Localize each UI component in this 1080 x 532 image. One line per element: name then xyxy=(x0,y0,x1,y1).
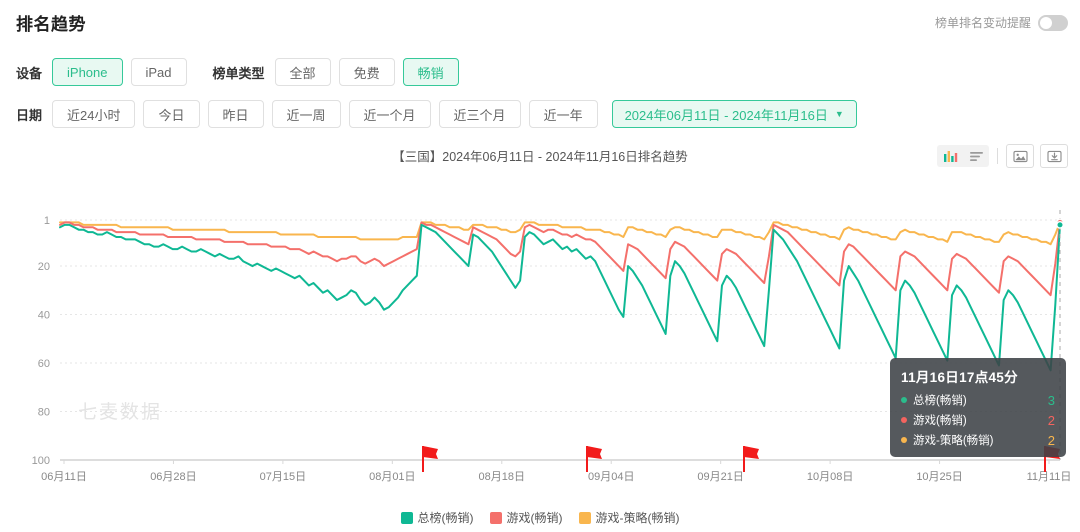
svg-text:10月25日: 10月25日 xyxy=(916,471,962,483)
toggle-knob xyxy=(1040,16,1052,29)
tooltip-series-value: 3 xyxy=(1047,392,1055,408)
legend-swatch xyxy=(578,511,591,524)
tooltip-row: 游戏(畅销) 2 xyxy=(901,412,1055,428)
svg-text:06月28日: 06月28日 xyxy=(150,471,196,483)
legend-swatch xyxy=(400,511,413,524)
tooltip-row: 游戏-策略(畅销) 2 xyxy=(901,432,1055,448)
tooltip-series-name: 游戏-策略(畅销) xyxy=(913,435,994,447)
listtype-filter-label: 榜单类型 xyxy=(212,65,265,81)
version-flag-marker xyxy=(422,446,438,472)
svg-text:七麦数据: 七麦数据 xyxy=(78,401,162,423)
toolbar-divider xyxy=(997,148,998,164)
chart-toolbar xyxy=(937,144,1068,168)
series-dot-game xyxy=(901,417,907,423)
svg-text:07月15日: 07月15日 xyxy=(260,471,306,483)
download-icon[interactable] xyxy=(1040,144,1068,168)
date-range-label: 2024年06月11日 - 2024年11月16日 xyxy=(624,107,828,123)
legend-item-game[interactable]: 游戏(畅销) xyxy=(489,509,563,526)
date-chip-24h[interactable]: 近24小时 xyxy=(52,100,136,128)
date-chip-yesterday[interactable]: 昨日 xyxy=(207,100,264,128)
legend-item-strategy[interactable]: 游戏-策略(畅销) xyxy=(578,509,680,526)
legend-item-total[interactable]: 总榜(畅销) xyxy=(400,509,474,526)
svg-text:80: 80 xyxy=(38,407,50,419)
svg-text:40: 40 xyxy=(38,310,50,322)
ranking-trend-page: 排名趋势 榜单排名变动提醒 设备 iPhone iPad 榜单类型 全部 免费 … xyxy=(0,0,1080,532)
listtype-chip-all[interactable]: 全部 xyxy=(274,58,331,86)
svg-text:20: 20 xyxy=(38,261,50,273)
legend-swatch xyxy=(489,511,502,524)
series-dot-total xyxy=(901,397,907,403)
svg-text:60: 60 xyxy=(38,358,50,370)
tooltip-row: 总榜(畅销) 3 xyxy=(901,392,1055,408)
svg-text:09月21日: 09月21日 xyxy=(697,471,743,483)
filter-row-device: 设备 iPhone iPad 榜单类型 全部 免费 畅销 xyxy=(16,58,467,86)
device-chip-iphone[interactable]: iPhone xyxy=(52,58,123,86)
bar-chart-icon[interactable] xyxy=(937,145,963,167)
svg-text:100: 100 xyxy=(32,455,50,467)
legend-label: 游戏-策略(畅销) xyxy=(595,511,680,525)
chart-view-toggle-group xyxy=(937,145,989,167)
rank-alert-label: 榜单排名变动提醒 xyxy=(934,16,1031,30)
svg-text:08月01日: 08月01日 xyxy=(369,471,415,483)
svg-text:06月11日: 06月11日 xyxy=(41,471,87,483)
chevron-down-icon: ▼ xyxy=(834,108,844,119)
image-export-icon[interactable] xyxy=(1006,144,1034,168)
tooltip-series-name: 总榜(畅销) xyxy=(913,395,967,407)
version-flag-marker xyxy=(586,446,602,472)
tooltip-title: 11月16日17点45分 xyxy=(901,370,1018,385)
list-view-icon[interactable] xyxy=(963,145,989,167)
date-chip-today[interactable]: 今日 xyxy=(143,100,200,128)
series-dot-strategy xyxy=(901,437,907,443)
chart-title: 【三国】2024年06月11日 - 2024年11月16日排名趋势 xyxy=(392,150,688,164)
tooltip-series-value: 2 xyxy=(1047,432,1055,448)
rank-alert-toggle[interactable]: 榜单排名变动提醒 xyxy=(935,14,1068,31)
legend-label: 游戏(畅销) xyxy=(506,511,563,525)
tooltip-series-value: 2 xyxy=(1047,412,1055,428)
svg-text:08月18日: 08月18日 xyxy=(479,471,525,483)
filter-row-date: 日期 近24小时 今日 昨日 近一周 近一个月 近三个月 近一年 2024年06… xyxy=(16,100,865,128)
svg-text:09月04日: 09月04日 xyxy=(588,471,634,483)
date-chip-3month[interactable]: 近三个月 xyxy=(438,100,521,128)
page-title: 排名趋势 xyxy=(16,15,86,34)
legend-label: 总榜(畅销) xyxy=(417,511,474,525)
version-flag-marker xyxy=(743,446,759,472)
tooltip-series-name: 游戏(畅销) xyxy=(913,415,967,427)
device-chip-ipad[interactable]: iPad xyxy=(130,58,187,86)
chart-panel: 【三国】2024年06月11日 - 2024年11月16日排名趋势 1 20 4… xyxy=(0,140,1080,532)
toggle-switch[interactable] xyxy=(1038,14,1068,31)
svg-text:10月08日: 10月08日 xyxy=(807,471,853,483)
date-chip-week[interactable]: 近一周 xyxy=(271,100,341,128)
date-chip-month[interactable]: 近一个月 xyxy=(348,100,431,128)
chart-tooltip: 11月16日17点45分 总榜(畅销) 3 游戏(畅销) 2 游戏-策略(畅销)… xyxy=(890,358,1066,457)
svg-text:11月11日: 11月11日 xyxy=(1027,471,1072,483)
listtype-chip-free[interactable]: 免费 xyxy=(338,58,395,86)
svg-text:1: 1 xyxy=(44,215,50,227)
date-range-picker[interactable]: 2024年06月11日 - 2024年11月16日 ▼ xyxy=(611,100,857,128)
device-filter-label: 设备 xyxy=(16,65,43,81)
chart-legend: 总榜(畅销) 游戏(畅销) 游戏-策略(畅销) xyxy=(0,509,1080,526)
date-chip-year[interactable]: 近一年 xyxy=(528,100,598,128)
listtype-chip-grossing[interactable]: 畅销 xyxy=(402,58,459,86)
date-filter-label: 日期 xyxy=(16,107,43,123)
